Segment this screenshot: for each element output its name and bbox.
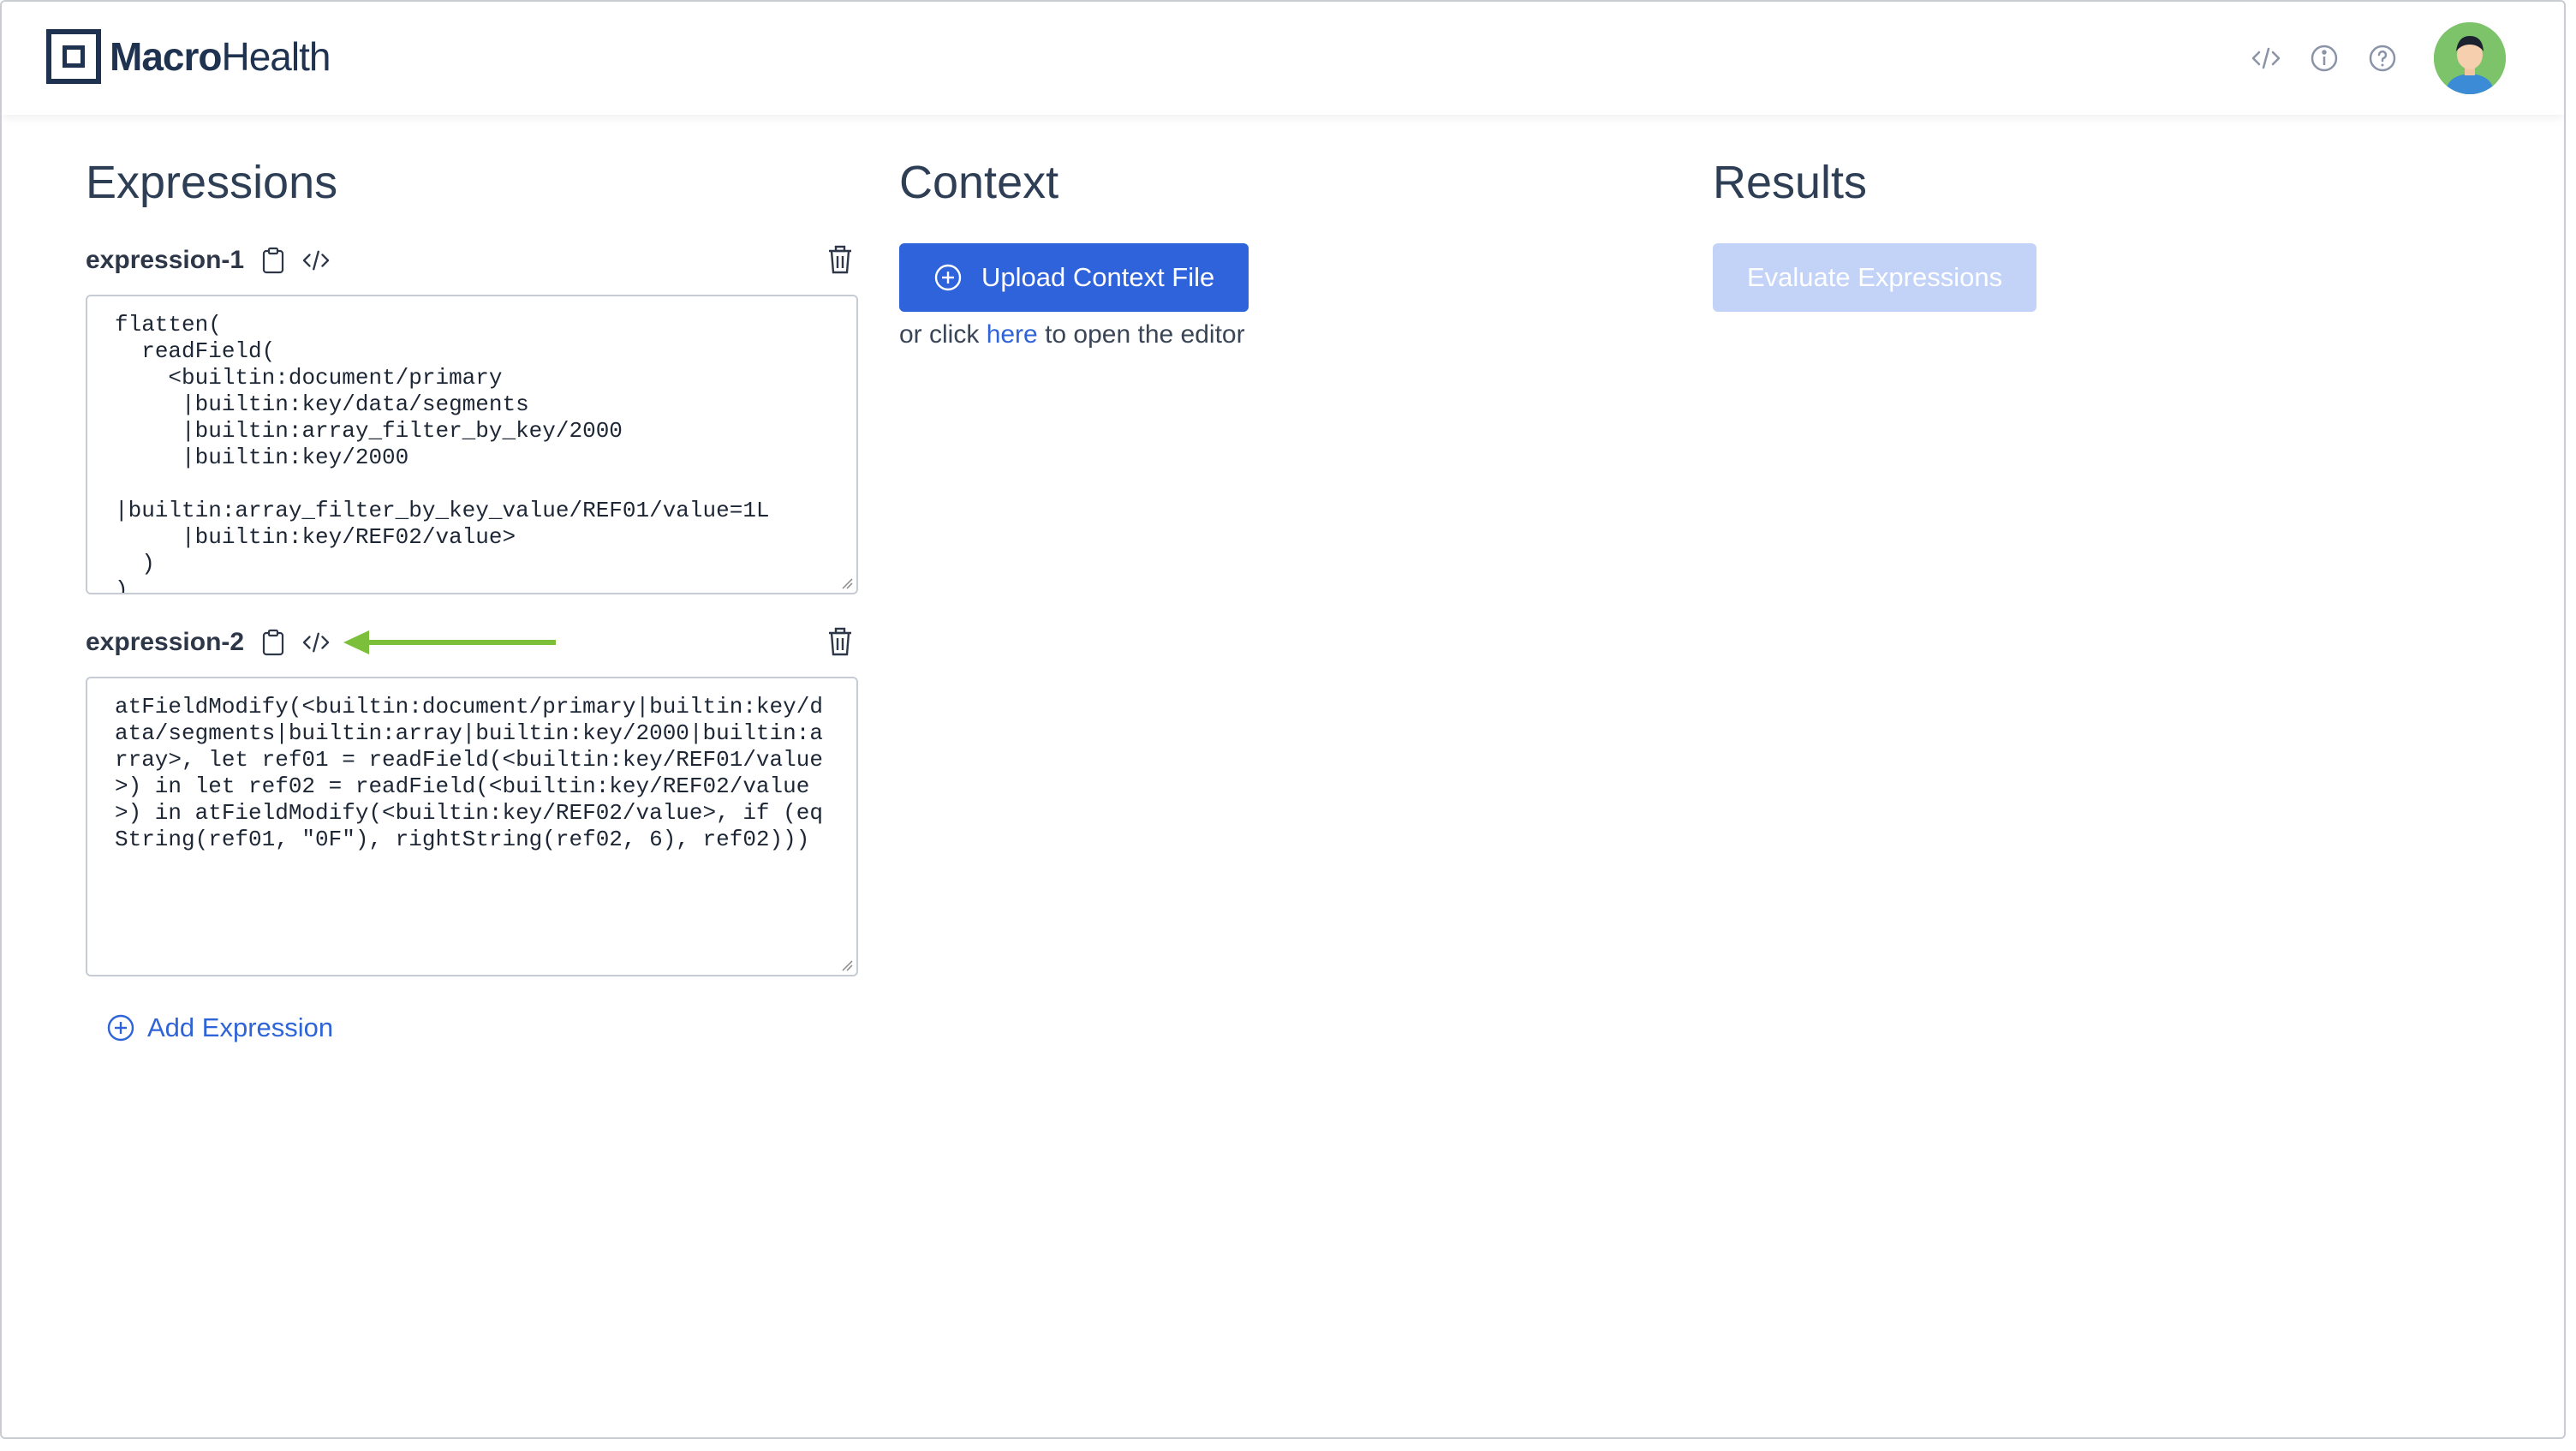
expression-2-label: expression-2 [86,628,245,656]
code-icon[interactable] [302,629,330,656]
upload-context-file-label: Upload Context File [981,262,1215,292]
app-window: MacroHealth Expressions expression-1 fla… [0,0,2566,1439]
trash-icon[interactable] [827,245,858,276]
add-expression-button[interactable]: Add Expression [106,1012,858,1043]
expression-1-code: flatten( readField( <builtin:document/pr… [115,312,770,594]
results-panel: Results Evaluate Expressions [1713,156,2484,312]
user-avatar[interactable] [2434,22,2506,94]
logo-text: MacroHealth [110,34,331,79]
logo-mark-icon [46,29,101,84]
plus-circle-icon [934,264,962,291]
top-header: MacroHealth [2,2,2564,115]
macrohealth-logo[interactable]: MacroHealth [46,29,331,84]
expression-2-code: atFieldModify(<builtin:document/primary|… [115,694,823,852]
expression-1-label: expression-1 [86,246,245,274]
expression-1-header: expression-1 [86,235,858,286]
code-icon[interactable] [2249,41,2283,75]
trash-icon[interactable] [827,627,858,658]
add-expression-label: Add Expression [147,1012,334,1042]
expressions-panel: Expressions expression-1 flatten( readFi… [86,156,858,1043]
resize-handle-icon[interactable] [841,959,853,971]
annotation-arrow-icon [343,625,558,660]
upload-context-file-button[interactable]: Upload Context File [899,243,1249,312]
header-actions [2249,22,2506,94]
evaluate-expressions-label: Evaluate Expressions [1747,262,2003,292]
expressions-title: Expressions [86,157,338,208]
evaluate-expressions-button[interactable]: Evaluate Expressions [1713,243,2037,312]
context-panel: Context Upload Context File or click her… [899,156,1670,349]
open-editor-helper: or click here to open the editor [899,320,1245,349]
info-icon[interactable] [2307,41,2341,75]
resize-handle-icon[interactable] [841,577,853,589]
open-editor-link[interactable]: here [987,320,1038,349]
context-title: Context [899,157,1059,208]
results-title: Results [1713,157,1868,208]
expression-2-header: expression-2 [86,617,858,668]
expression-2-editor[interactable]: atFieldModify(<builtin:document/primary|… [86,677,858,976]
code-icon[interactable] [302,247,330,274]
plus-circle-icon [107,1014,134,1042]
clipboard-icon[interactable] [259,247,287,274]
help-icon[interactable] [2365,41,2400,75]
clipboard-icon[interactable] [259,629,287,656]
expression-1-editor[interactable]: flatten( readField( <builtin:document/pr… [86,295,858,594]
